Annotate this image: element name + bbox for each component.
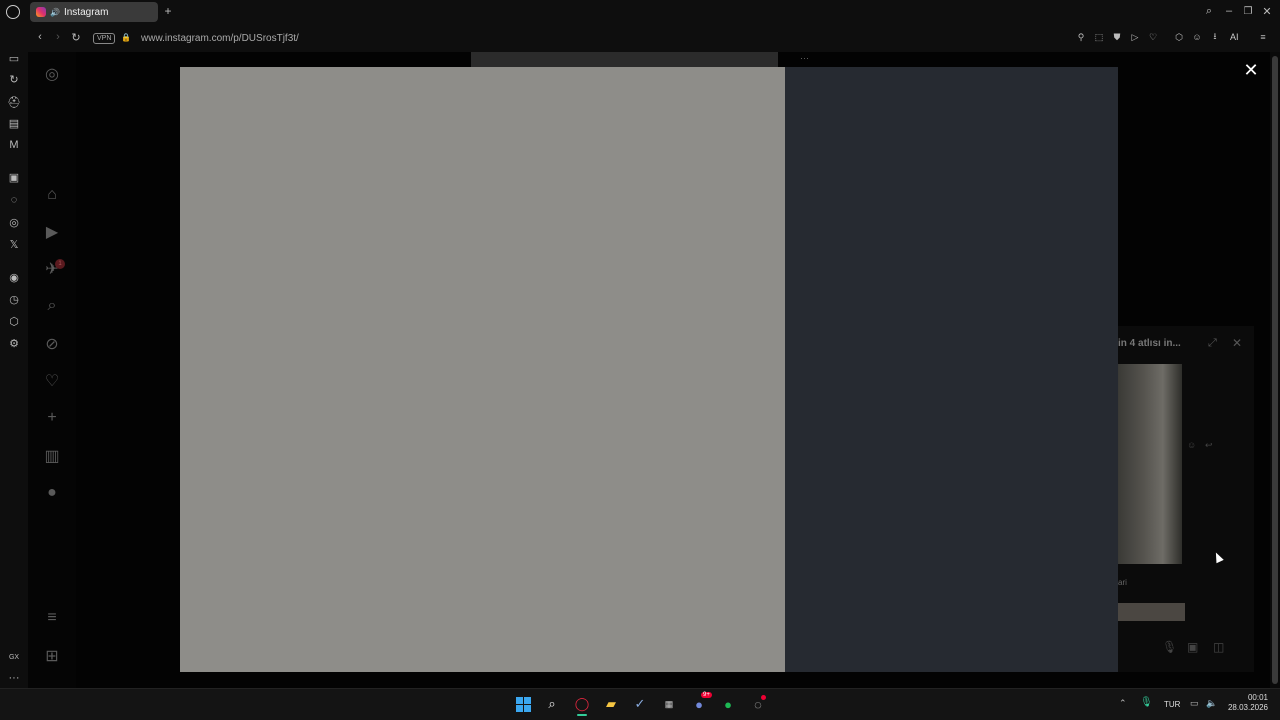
image-upload-icon[interactable]: ▣ xyxy=(1187,640,1198,654)
x-icon[interactable]: 𝕏 xyxy=(7,237,21,251)
instagram-icon[interactable]: ◎ xyxy=(7,215,21,229)
tray-chevron-icon[interactable]: ⌃ xyxy=(1119,698,1127,709)
snapshot-icon[interactable]: ⬚ xyxy=(1094,32,1104,42)
notifications-icon[interactable]: ♡ xyxy=(44,373,60,390)
chat-sender-fragment: ari xyxy=(1118,578,1127,587)
sidebar-more-icon[interactable]: ··· xyxy=(7,671,21,685)
chat-expand-icon[interactable]: ⤢ xyxy=(1208,337,1217,350)
modal-close-button[interactable]: ✕ xyxy=(1241,60,1261,80)
background-post-card xyxy=(471,52,778,67)
new-tab-button[interactable]: + xyxy=(162,4,174,18)
shield-icon[interactable]: ⛊ xyxy=(1112,32,1122,42)
clock-time: 00:01 xyxy=(1247,693,1268,702)
microphone-tray-icon[interactable]: 🎙 xyxy=(1140,697,1153,708)
terminal-icon[interactable]: ▦ xyxy=(660,695,678,713)
active-app-indicator xyxy=(577,714,587,716)
notification-badge: 1 xyxy=(55,259,65,269)
more-menu-icon[interactable]: ≡ xyxy=(44,609,60,626)
game-icon[interactable]: ⛑ xyxy=(7,95,21,109)
background-options-icon: ··· xyxy=(800,53,809,63)
profile-icon[interactable]: ☺ xyxy=(1192,32,1202,42)
reels-icon[interactable]: ▶ xyxy=(44,224,60,241)
gx-label[interactable]: GX xyxy=(7,650,21,664)
reload-icon[interactable]: ↻ xyxy=(70,31,82,44)
spotify-icon[interactable]: ● xyxy=(719,695,737,713)
ai-button[interactable]: AI xyxy=(1230,32,1239,42)
close-window-icon[interactable]: ✕ xyxy=(1261,5,1273,18)
post-media[interactable] xyxy=(180,67,785,672)
windows-start-icon[interactable] xyxy=(514,695,532,713)
volume-icon[interactable]: 🔈 xyxy=(1206,698,1217,709)
settings-icon[interactable]: ⚙ xyxy=(7,336,21,350)
tab-title: Instagram xyxy=(63,6,109,18)
clock-date: 28.03.2026 xyxy=(1227,703,1268,712)
discord-badge: 9+ xyxy=(701,692,712,698)
clock-icon[interactable]: ◷ xyxy=(7,292,21,306)
chat-shared-image-2[interactable] xyxy=(1118,603,1185,621)
language-indicator[interactable]: TUR xyxy=(1164,700,1180,709)
reply-icon[interactable]: ↩ xyxy=(1205,440,1213,451)
restore-icon[interactable]: ❐ xyxy=(1242,5,1254,17)
home-icon[interactable]: ⌂ xyxy=(44,186,60,203)
instagram-nav xyxy=(28,52,76,688)
back-icon[interactable]: ‹ xyxy=(34,31,46,43)
wallet-icon[interactable]: ▭ xyxy=(7,51,21,65)
opera-logo-icon[interactable] xyxy=(6,5,20,19)
post-details-panel xyxy=(785,67,1118,672)
forward-icon[interactable]: › xyxy=(52,31,64,43)
voice-icon[interactable]: 🎙 xyxy=(1162,640,1177,654)
gmail-icon[interactable]: M xyxy=(7,138,21,152)
explore-icon[interactable]: ⊘ xyxy=(44,336,60,353)
browser-tab-bar: 🔊 Instagram + ⌕ – ❐ ✕ xyxy=(0,0,1280,24)
file-explorer-icon[interactable]: ▰ xyxy=(602,695,620,713)
history-icon[interactable]: ↻ xyxy=(7,72,21,86)
tab-instagram[interactable]: 🔊 Instagram xyxy=(30,2,158,22)
sticker-icon[interactable]: ◫ xyxy=(1213,640,1224,654)
create-icon[interactable]: + xyxy=(44,409,60,426)
instagram-favicon-icon xyxy=(36,7,46,17)
profile-avatar-icon[interactable]: ● xyxy=(44,484,60,501)
app-notification-dot xyxy=(761,695,766,700)
chat-title[interactable]: in 4 atlısı in... xyxy=(1118,338,1181,349)
chat-close-icon[interactable]: ✕ xyxy=(1232,336,1242,350)
minimize-icon[interactable]: – xyxy=(1223,5,1235,17)
search-icon[interactable]: ⌕ xyxy=(44,297,60,314)
news-icon[interactable]: ▤ xyxy=(7,116,21,130)
lock-icon[interactable]: 🔒 xyxy=(121,32,131,42)
search-tabs-icon[interactable]: ⌕ xyxy=(1203,5,1215,17)
chat-shared-image[interactable] xyxy=(1118,364,1182,564)
taskbar-search-icon[interactable]: ⌕ xyxy=(543,695,561,713)
cube-icon[interactable]: ⬡ xyxy=(7,314,21,328)
url-field[interactable]: www.instagram.com/p/DUSrosTjf3t/ xyxy=(141,33,299,44)
pin-icon[interactable]: ⚲ xyxy=(1076,32,1086,42)
extensions-icon[interactable]: ⬡ xyxy=(1174,32,1184,42)
scrollbar-thumb[interactable] xyxy=(1272,56,1278,684)
play-icon[interactable]: ▷ xyxy=(1130,32,1140,42)
vpn-badge[interactable]: VPN xyxy=(93,33,116,44)
menu-icon[interactable]: ≡ xyxy=(1258,32,1268,42)
network-icon[interactable]: ▭ xyxy=(1190,698,1199,709)
whatsapp-icon[interactable]: ◌ xyxy=(7,193,21,207)
speaker-icon[interactable]: 🔊 xyxy=(50,8,60,17)
also-from-meta-icon[interactable]: ⊞ xyxy=(44,648,60,665)
heart-icon[interactable]: ♡ xyxy=(1148,32,1158,42)
instagram-logo-icon[interactable]: ◎ xyxy=(44,66,60,83)
address-bar: ‹ › ↻ VPN 🔒 www.instagram.com/p/DUSrosTj… xyxy=(0,24,1280,52)
system-clock[interactable]: 00:01 28.03.2026 xyxy=(1228,693,1268,713)
player-icon[interactable]: ◉ xyxy=(7,270,21,284)
opera-gx-taskbar-icon[interactable]: ◯ xyxy=(573,695,591,713)
twitch-icon[interactable]: ▣ xyxy=(7,170,21,184)
download-icon[interactable]: ⭳ xyxy=(1210,31,1220,42)
steam-icon[interactable]: ✓ xyxy=(631,695,649,713)
react-icon[interactable]: ☺ xyxy=(1187,440,1196,450)
dashboard-icon[interactable]: ▥ xyxy=(44,448,60,465)
